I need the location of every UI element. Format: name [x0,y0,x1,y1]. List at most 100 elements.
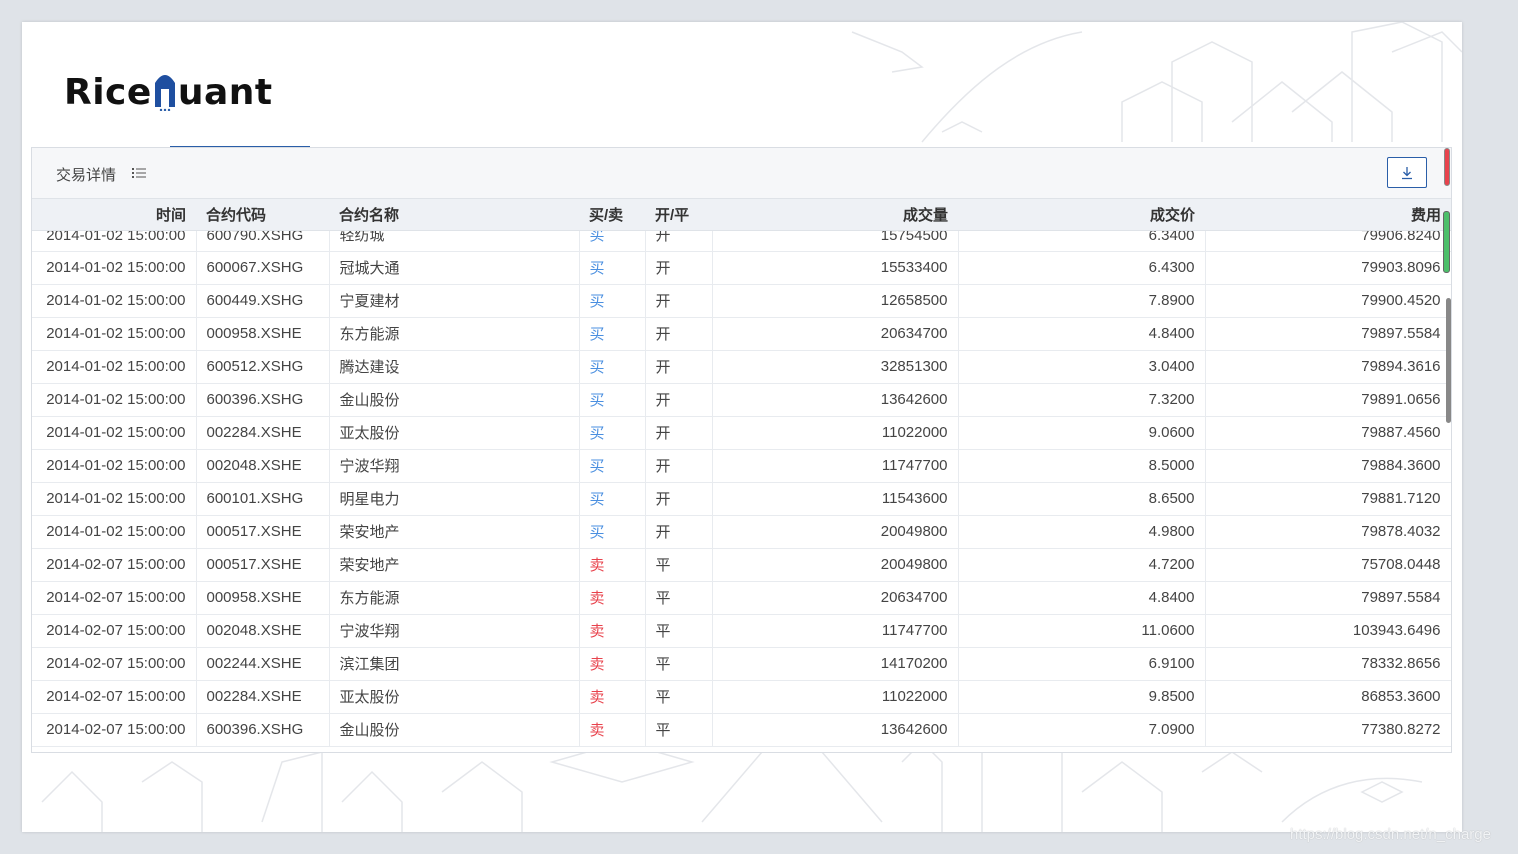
ricequant-logo: Rice uant [64,70,273,114]
table-row[interactable]: 2014-01-02 15:00:00 000517.XSHE 荣安地产买开 2004… [32,515,1451,549]
col-header-volume[interactable]: 成交量 [712,199,958,231]
cell-open-close: 平 [645,548,713,582]
table-row[interactable]: 2014-02-07 15:00:00 002244.XSHE 滨江集团卖平 1417… [32,647,1451,681]
cell-volume: 11022000 [712,680,959,714]
cell-fee: 79897.5584 [1205,581,1451,615]
cell-volume: 11022000 [712,416,959,450]
cell-time: 2014-01-02 15:00:00 [32,350,197,384]
cell-side: 买 [579,284,646,318]
col-header-open-close[interactable]: 开/平 [645,199,712,231]
table-row[interactable]: 2014-01-02 15:00:00 600449.XSHG 宁夏建材买开 1265… [32,284,1451,318]
cell-open-close: 平 [645,614,713,648]
cell-price: 4.7200 [958,548,1206,582]
cell-fee: 79894.3616 [1205,350,1451,384]
cell-volume: 13642600 [712,383,959,417]
cell-fee: 79884.3600 [1205,449,1451,483]
cell-time: 2014-01-02 15:00:00 [32,383,197,417]
cell-name: 明星电力 [329,482,580,516]
panel-toolbar: 交易详情 [32,148,1451,199]
cell-time: 2014-01-02 15:00:00 [32,449,197,483]
cell-price: 6.3400 [958,230,1206,252]
table-row[interactable]: 2014-01-02 15:00:00 600512.XSHG 腾达建设买开 3285… [32,350,1451,384]
cell-code: 002284.XSHE [196,680,330,714]
cell-name: 轻纺城 [329,230,580,252]
cell-time: 2014-01-02 15:00:00 [32,230,197,252]
list-icon[interactable] [131,165,147,181]
cell-price: 4.8400 [958,581,1206,615]
cell-code: 600449.XSHG [196,284,330,318]
cell-time: 2014-01-02 15:00:00 [32,515,197,549]
cell-open-close: 开 [645,383,713,417]
main-card: Rice uant 交易详情 时间 合约代码 合约名称 买/卖 开/平 成交量 … [22,22,1462,832]
cell-name: 金山股份 [329,383,580,417]
logo-text-right: uant [177,71,273,113]
cell-name: 荣安地产 [329,515,580,549]
cell-time: 2014-02-07 15:00:00 [32,581,197,615]
cell-volume: 20634700 [712,317,959,351]
cell-fee: 79878.4032 [1205,515,1451,549]
cell-name: 宁波华翔 [329,449,580,483]
cell-name: 滨江集团 [329,647,580,681]
cell-side: 买 [579,383,646,417]
cell-open-close: 开 [645,515,713,549]
cell-fee: 75708.0448 [1205,548,1451,582]
cell-fee: 79881.7120 [1205,482,1451,516]
cell-price: 4.8400 [958,317,1206,351]
cell-code: 002284.XSHE [196,416,330,450]
cell-name: 荣安地产 [329,548,580,582]
table-row[interactable]: 2014-01-02 15:00:00 600101.XSHG 明星电力买开 1154… [32,482,1451,516]
table-row[interactable]: 2014-02-07 15:00:00 000958.XSHE 东方能源卖平 2063… [32,581,1451,615]
table-row[interactable]: 2014-02-07 15:00:00 002048.XSHE 宁波华翔卖平 1174… [32,614,1451,648]
cell-open-close: 开 [645,230,713,252]
logo-text-left: Rice [64,71,152,113]
cell-fee: 103943.6496 [1205,614,1451,648]
cell-price: 3.0400 [958,350,1206,384]
cell-open-close: 平 [645,581,713,615]
table-row[interactable]: 2014-01-02 15:00:00 000958.XSHE 东方能源买开 2063… [32,317,1451,351]
col-header-time[interactable]: 时间 [32,199,196,231]
cell-code: 600101.XSHG [196,482,330,516]
col-header-price[interactable]: 成交价 [958,199,1205,231]
cell-price: 6.4300 [958,251,1206,285]
cell-price: 8.6500 [958,482,1206,516]
table-row[interactable]: 2014-01-02 15:00:00 600790.XSHG 轻纺城买开 15754… [32,230,1451,252]
table-row[interactable]: 2014-01-02 15:00:00 002048.XSHE 宁波华翔买开 1174… [32,449,1451,483]
table-row[interactable]: 2014-02-07 15:00:00 002284.XSHE 亚太股份卖平 1102… [32,680,1451,714]
col-header-code[interactable]: 合约代码 [196,199,329,231]
cell-fee: 79897.5584 [1205,317,1451,351]
col-header-side[interactable]: 买/卖 [579,199,645,231]
col-header-fee[interactable]: 费用 [1205,199,1451,231]
scroll-indicator-top [1444,148,1450,186]
table-row[interactable]: 2014-01-02 15:00:00 600396.XSHG 金山股份买开 1364… [32,383,1451,417]
cell-price: 9.0600 [958,416,1206,450]
cell-open-close: 平 [645,713,713,747]
cell-price: 4.9800 [958,515,1206,549]
cell-volume: 32851300 [712,350,959,384]
cell-side: 买 [579,350,646,384]
cell-open-close: 平 [645,647,713,681]
cell-fee: 78332.8656 [1205,647,1451,681]
table-row[interactable]: 2014-01-02 15:00:00 002284.XSHE 亚太股份买开 1102… [32,416,1451,450]
cell-volume: 11543600 [712,482,959,516]
cell-open-close: 开 [645,416,713,450]
download-button[interactable] [1387,157,1427,188]
cell-open-close: 开 [645,350,713,384]
cell-name: 宁夏建材 [329,284,580,318]
table-row[interactable]: 2014-02-07 15:00:00 000517.XSHE 荣安地产卖平 2004… [32,548,1451,582]
cell-fee: 79906.8240 [1205,230,1451,252]
scrollbar-thumb[interactable] [1446,298,1451,423]
cell-time: 2014-01-02 15:00:00 [32,284,197,318]
cell-side: 卖 [579,614,646,648]
cell-side: 买 [579,449,646,483]
cell-volume: 13642600 [712,713,959,747]
cell-fee: 86853.3600 [1205,680,1451,714]
cell-side: 买 [579,515,646,549]
table-row[interactable]: 2014-01-02 15:00:00 600067.XSHG 冠城大通买开 1553… [32,251,1451,285]
cell-fee: 79903.8096 [1205,251,1451,285]
table-row[interactable]: 2014-02-07 15:00:00 600396.XSHG 金山股份卖平 1364… [32,713,1451,747]
col-header-name[interactable]: 合约名称 [329,199,579,231]
table-header-row: 时间 合约代码 合约名称 买/卖 开/平 成交量 成交价 费用 [32,199,1451,231]
cell-volume: 20049800 [712,515,959,549]
cell-volume: 11747700 [712,449,959,483]
header: Rice uant [22,22,1462,148]
